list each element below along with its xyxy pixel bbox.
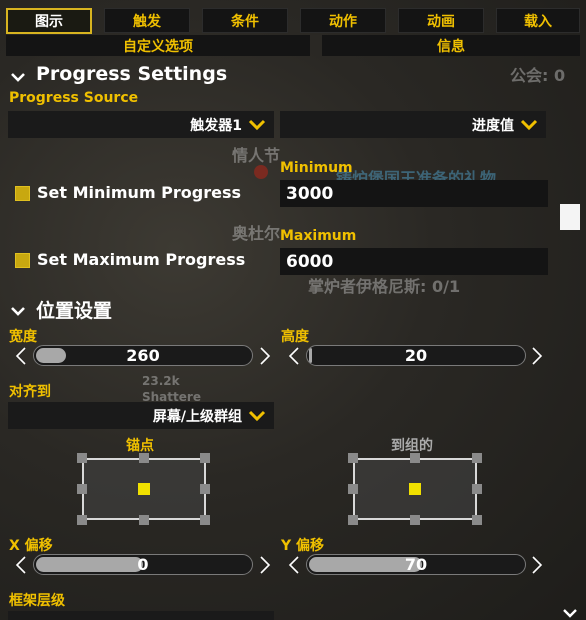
bg-zone-text: 奥杜尔 xyxy=(232,224,281,243)
tab-animations[interactable]: 动画 xyxy=(398,8,484,33)
dropdown-value: 触发器1 xyxy=(190,117,242,134)
group-handle-bottom-left[interactable] xyxy=(348,515,358,525)
anchor-handle-bottom-right[interactable] xyxy=(200,515,210,525)
group-handle-left[interactable] xyxy=(348,484,358,494)
tab-custom-options[interactable]: 自定义选项 xyxy=(6,35,310,56)
minimum-label: Minimum xyxy=(280,160,353,176)
scroll-down-icon[interactable] xyxy=(562,604,578,620)
minimum-input[interactable]: 3000 xyxy=(280,180,548,207)
group-handle-top-left[interactable] xyxy=(348,453,358,463)
height-label: 高度 xyxy=(281,329,309,345)
width-label: 宽度 xyxy=(9,329,37,345)
collapse-chevron-icon[interactable] xyxy=(10,302,26,321)
frame-strata-dropdown[interactable] xyxy=(8,611,274,620)
chevron-down-icon xyxy=(248,118,266,132)
set-minimum-checkbox[interactable] xyxy=(15,186,30,201)
progress-source-trigger-dropdown[interactable]: 触发器1 xyxy=(8,111,274,138)
chevron-left-icon[interactable] xyxy=(14,345,28,367)
height-slider[interactable]: 20 xyxy=(306,345,526,366)
bg-nameplate-value: 23.2k xyxy=(142,374,180,388)
x-offset-slider[interactable]: 0 xyxy=(33,554,253,575)
x-offset-label: X 偏移 xyxy=(9,538,53,554)
align-to-dropdown[interactable]: 屏幕/上级群组 xyxy=(8,402,274,429)
to-group-label: 到组的 xyxy=(391,438,433,454)
slider-value: 70 xyxy=(404,555,428,574)
bg-progress-text: 掌炉者伊格尼斯: 0/1 xyxy=(308,277,461,296)
chevron-down-icon xyxy=(248,409,266,423)
tab-load[interactable]: 载入 xyxy=(496,8,580,33)
anchor-handle-right[interactable] xyxy=(200,484,210,494)
dropdown-value: 进度值 xyxy=(472,117,514,134)
group-handle-center[interactable] xyxy=(409,483,421,495)
dropdown-value: 屏幕/上级群组 xyxy=(152,408,242,425)
group-handle-top-right[interactable] xyxy=(472,453,482,463)
tab-information[interactable]: 信息 xyxy=(322,35,580,56)
group-handle-bottom[interactable] xyxy=(410,515,420,525)
chevron-left-icon[interactable] xyxy=(287,554,301,576)
anchor-handle-center[interactable] xyxy=(138,483,150,495)
progress-source-value-dropdown[interactable]: 进度值 xyxy=(280,111,546,138)
tab-display[interactable]: 图示 xyxy=(6,8,92,34)
y-offset-label: Y 偏移 xyxy=(281,538,325,554)
set-maximum-checkbox[interactable] xyxy=(15,253,30,268)
slider-value: 260 xyxy=(126,346,160,365)
anchor-label: 锚点 xyxy=(126,438,154,454)
chevron-right-icon[interactable] xyxy=(258,345,272,367)
bg-npc-text: 情人节 xyxy=(232,146,281,165)
maximum-input[interactable]: 6000 xyxy=(280,248,548,275)
group-handle-bottom-right[interactable] xyxy=(472,515,482,525)
red-icon xyxy=(254,165,268,179)
position-settings-title: 位置设置 xyxy=(36,300,113,322)
chevron-right-icon[interactable] xyxy=(530,554,544,576)
progress-settings-title: Progress Settings xyxy=(36,63,228,85)
chevron-left-icon[interactable] xyxy=(287,345,301,367)
set-maximum-label: Set Maximum Progress xyxy=(37,250,246,269)
maximum-label: Maximum xyxy=(280,228,357,244)
slider-value: 20 xyxy=(404,346,428,365)
anchor-handle-top[interactable] xyxy=(139,453,149,463)
collapse-chevron-icon[interactable] xyxy=(10,68,26,87)
chevron-down-icon xyxy=(520,118,538,132)
anchor-handle-top-left[interactable] xyxy=(77,453,87,463)
slider-value: 0 xyxy=(137,555,149,574)
frame-strata-label: 框架层级 xyxy=(9,593,65,609)
tab-trigger[interactable]: 触发 xyxy=(104,8,190,33)
anchor-handle-left[interactable] xyxy=(77,484,87,494)
chevron-right-icon[interactable] xyxy=(258,554,272,576)
chevron-left-icon[interactable] xyxy=(14,554,28,576)
group-handle-top[interactable] xyxy=(410,453,420,463)
set-minimum-label: Set Minimum Progress xyxy=(37,183,242,202)
tab-actions[interactable]: 动作 xyxy=(300,8,386,33)
tab-conditions[interactable]: 条件 xyxy=(202,8,288,33)
width-slider[interactable]: 260 xyxy=(33,345,253,366)
chevron-right-icon[interactable] xyxy=(530,345,544,367)
group-handle-right[interactable] xyxy=(472,484,482,494)
scrollbar-thumb[interactable] xyxy=(560,204,580,230)
anchor-handle-bottom-left[interactable] xyxy=(77,515,87,525)
anchor-handle-bottom[interactable] xyxy=(139,515,149,525)
y-offset-slider[interactable]: 70 xyxy=(306,554,526,575)
anchor-handle-top-right[interactable] xyxy=(200,453,210,463)
align-to-label: 对齐到 xyxy=(9,384,51,400)
bg-guild-text: 公会: 0 xyxy=(510,66,566,85)
progress-source-label: Progress Source xyxy=(9,90,139,106)
